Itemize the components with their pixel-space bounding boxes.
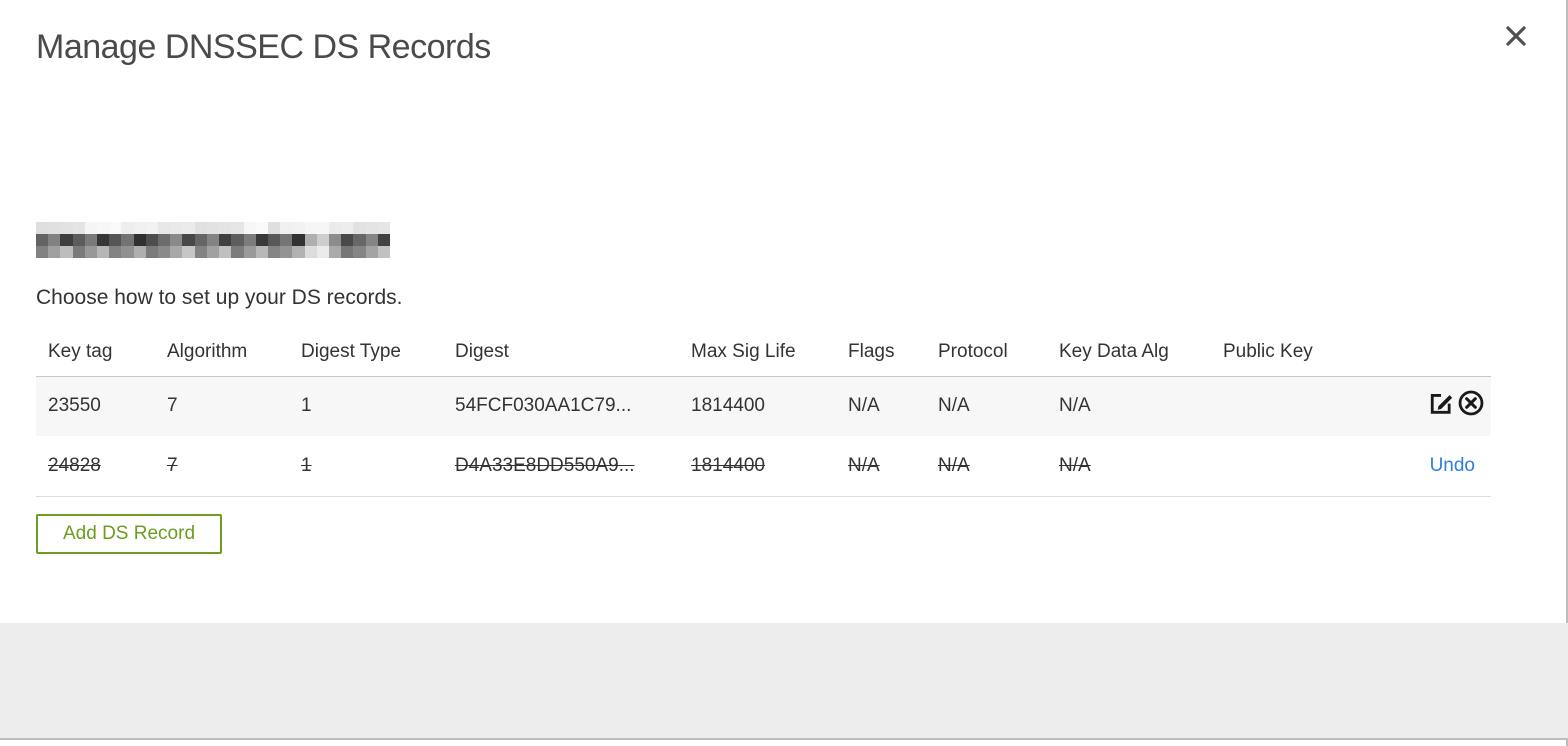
- col-header-digest-type: Digest Type: [301, 340, 401, 362]
- table-header-row: Key tag Algorithm Digest Type Digest Max…: [36, 328, 1491, 376]
- col-header-max-sig-life: Max Sig Life: [691, 340, 796, 362]
- cell-key-tag: 23550: [48, 395, 101, 417]
- cell-key-data-alg: N/A: [1059, 395, 1091, 417]
- modal-footer: Save Cancel: [0, 623, 1568, 740]
- col-header-digest: Digest: [455, 340, 509, 362]
- cell-digest-type: 1: [301, 395, 312, 417]
- ds-records-table: Key tag Algorithm Digest Type Digest Max…: [36, 328, 1491, 497]
- cell-protocol: N/A: [938, 454, 970, 476]
- cell-flags: N/A: [848, 454, 880, 476]
- close-icon-glyph: [1506, 26, 1526, 46]
- cell-key-data-alg: N/A: [1059, 454, 1091, 476]
- row-actions: [1371, 376, 1491, 436]
- add-ds-record-button[interactable]: Add DS Record: [36, 514, 223, 554]
- col-header-flags: Flags: [848, 340, 895, 362]
- col-header-key-data-alg: Key Data Alg: [1059, 340, 1169, 362]
- col-header-protocol: Protocol: [938, 340, 1008, 362]
- cell-digest-type: 1: [301, 454, 312, 476]
- dnssec-modal: Manage DNSSEC DS Records Choose how to s…: [0, 0, 1568, 746]
- close-icon[interactable]: [1502, 22, 1530, 50]
- edit-record-icon[interactable]: [1427, 389, 1455, 417]
- cell-digest: 54FCF030AA1C79...: [455, 395, 632, 417]
- cell-max-sig-life: 1814400: [691, 395, 765, 417]
- table-row-deleted: 24828 7 1 D4A33E8DD550A9... 1814400 N/A …: [36, 436, 1491, 496]
- domain-name-redacted: [36, 222, 390, 258]
- cell-max-sig-life: 1814400: [691, 454, 765, 476]
- cell-algorithm: 7: [167, 395, 178, 417]
- cell-key-tag: 24828: [48, 454, 101, 476]
- cell-flags: N/A: [848, 395, 880, 417]
- page-title: Manage DNSSEC DS Records: [36, 28, 491, 66]
- instruction-text: Choose how to set up your DS records.: [36, 286, 403, 309]
- cell-digest: D4A33E8DD550A9...: [455, 454, 635, 476]
- cell-algorithm: 7: [167, 454, 178, 476]
- delete-record-icon[interactable]: [1457, 389, 1485, 417]
- col-header-algorithm: Algorithm: [167, 340, 248, 362]
- table-row: 23550 7 1 54FCF030AA1C79... 1814400 N/A …: [36, 376, 1491, 436]
- col-header-actions: [1371, 328, 1491, 376]
- cell-protocol: N/A: [938, 395, 970, 417]
- col-header-key-tag: Key tag: [48, 340, 113, 362]
- col-header-public-key: Public Key: [1223, 340, 1313, 362]
- row-actions: Undo: [1371, 436, 1491, 496]
- cell-public-key: [1211, 376, 1371, 436]
- undo-link[interactable]: Undo: [1430, 455, 1485, 476]
- cell-public-key: [1211, 436, 1371, 496]
